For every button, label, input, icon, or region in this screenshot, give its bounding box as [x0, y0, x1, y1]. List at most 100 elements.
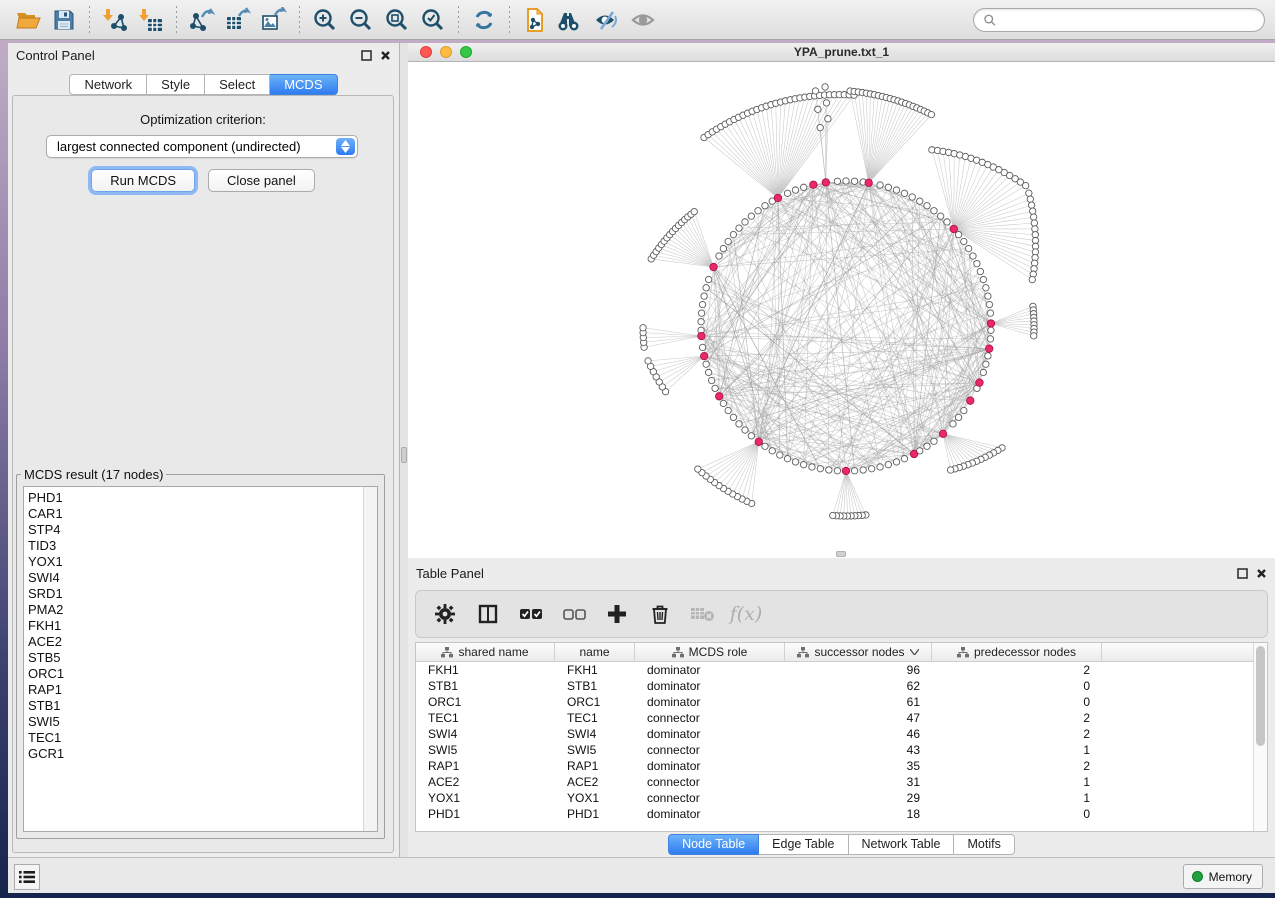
network-node[interactable] — [826, 467, 832, 473]
tab-network-table[interactable]: Network Table — [849, 834, 955, 855]
mcds-hub-node[interactable] — [715, 393, 722, 400]
network-node[interactable] — [1028, 202, 1034, 208]
network-node[interactable] — [701, 293, 707, 299]
mcds-hub-node[interactable] — [967, 397, 974, 404]
mcds-hub-node[interactable] — [987, 320, 994, 327]
network-node[interactable] — [825, 116, 831, 122]
export-table-button[interactable] — [220, 4, 256, 36]
network-node[interactable] — [705, 276, 711, 282]
open-file-button[interactable] — [10, 4, 46, 36]
table-row[interactable]: STB1STB1dominator620 — [416, 678, 1267, 694]
network-node[interactable] — [784, 455, 790, 461]
mcds-hub-node[interactable] — [842, 467, 849, 474]
network-node[interactable] — [1027, 196, 1033, 202]
network-node[interactable] — [742, 219, 748, 225]
mcds-list-scrollbar[interactable] — [363, 487, 377, 831]
tab-select[interactable]: Select — [205, 74, 270, 95]
mcds-hub-node[interactable] — [865, 179, 872, 186]
network-node[interactable] — [950, 421, 956, 427]
mcds-hub-node[interactable] — [698, 332, 705, 339]
import-table-button[interactable] — [133, 4, 169, 36]
gear-button[interactable] — [432, 601, 458, 627]
network-node[interactable] — [893, 187, 899, 193]
vertical-splitter[interactable] — [400, 43, 408, 857]
network-node[interactable] — [974, 260, 980, 266]
table-row[interactable]: SWI5SWI5connector431 — [416, 742, 1267, 758]
mcds-result-item[interactable]: RAP1 — [28, 682, 361, 698]
network-node[interactable] — [877, 464, 883, 470]
mcds-result-item[interactable]: PMA2 — [28, 602, 361, 618]
network-node[interactable] — [712, 385, 718, 391]
tab-edge-table[interactable]: Edge Table — [759, 834, 848, 855]
mcds-result-item[interactable]: ORC1 — [28, 666, 361, 682]
network-node[interactable] — [640, 325, 646, 331]
network-node[interactable] — [868, 466, 874, 472]
network-node[interactable] — [762, 443, 768, 449]
mcds-result-item[interactable]: SWI5 — [28, 714, 361, 730]
network-document-button[interactable] — [517, 4, 553, 36]
export-image-button[interactable] — [256, 4, 292, 36]
network-node[interactable] — [988, 327, 994, 333]
table-row[interactable]: PHD1PHD1dominator180 — [416, 806, 1267, 822]
network-node[interactable] — [834, 468, 840, 474]
show-hidden-button[interactable] — [625, 4, 661, 36]
binoculars-button[interactable] — [553, 4, 589, 36]
close-panel-button[interactable]: Close panel — [208, 169, 315, 192]
network-node[interactable] — [822, 84, 828, 90]
mcds-result-item[interactable]: TEC1 — [28, 730, 361, 746]
table-row[interactable]: ACE2ACE2connector311 — [416, 774, 1267, 790]
network-node[interactable] — [645, 358, 651, 364]
table-row[interactable]: TEC1TEC1connector472 — [416, 710, 1267, 726]
network-node[interactable] — [720, 400, 726, 406]
network-node[interactable] — [970, 253, 976, 259]
network-node[interactable] — [691, 208, 697, 214]
network-node[interactable] — [703, 361, 709, 367]
network-node[interactable] — [851, 468, 857, 474]
network-node[interactable] — [705, 369, 711, 375]
export-network-button[interactable] — [184, 4, 220, 36]
network-node[interactable] — [909, 194, 915, 200]
table-row[interactable]: YOX1YOX1connector291 — [416, 790, 1267, 806]
network-node[interactable] — [834, 178, 840, 184]
hide-selected-button[interactable] — [589, 4, 625, 36]
network-node[interactable] — [917, 198, 923, 204]
zoom-selected-button[interactable] — [415, 4, 451, 36]
network-node[interactable] — [800, 184, 806, 190]
mcds-hub-node[interactable] — [910, 450, 917, 457]
network-node[interactable] — [955, 231, 961, 237]
network-node[interactable] — [742, 427, 748, 433]
network-node[interactable] — [947, 467, 953, 473]
network-node[interactable] — [885, 461, 891, 467]
tab-style[interactable]: Style — [147, 74, 205, 95]
network-node[interactable] — [777, 452, 783, 458]
network-node[interactable] — [885, 184, 891, 190]
mcds-hub-node[interactable] — [774, 194, 781, 201]
mcds-hub-node[interactable] — [976, 379, 983, 386]
network-node[interactable] — [762, 203, 768, 209]
network-node[interactable] — [843, 178, 849, 184]
column-header-empty[interactable] — [1102, 643, 1262, 661]
network-node[interactable] — [792, 187, 798, 193]
network-node[interactable] — [708, 377, 714, 383]
close-panel-icon[interactable] — [1256, 568, 1267, 579]
network-node[interactable] — [961, 238, 967, 244]
network-node[interactable] — [931, 208, 937, 214]
network-node[interactable] — [748, 433, 754, 439]
tab-node-table[interactable]: Node Table — [668, 834, 759, 855]
network-node[interactable] — [1029, 276, 1035, 282]
network-graph[interactable] — [408, 62, 1275, 558]
delete-button[interactable] — [647, 601, 673, 627]
network-node[interactable] — [980, 276, 986, 282]
save-session-button[interactable] — [46, 4, 82, 36]
mcds-result-item[interactable]: CAR1 — [28, 506, 361, 522]
network-node[interactable] — [944, 219, 950, 225]
mcds-hub-node[interactable] — [700, 352, 707, 359]
zoom-fit-button[interactable] — [379, 4, 415, 36]
network-node[interactable] — [931, 438, 937, 444]
network-node[interactable] — [769, 448, 775, 454]
mcds-result-item[interactable]: YOX1 — [28, 554, 361, 570]
network-node[interactable] — [784, 190, 790, 196]
mcds-result-item[interactable]: GCR1 — [28, 746, 361, 762]
network-node[interactable] — [983, 361, 989, 367]
network-node[interactable] — [1022, 182, 1028, 188]
